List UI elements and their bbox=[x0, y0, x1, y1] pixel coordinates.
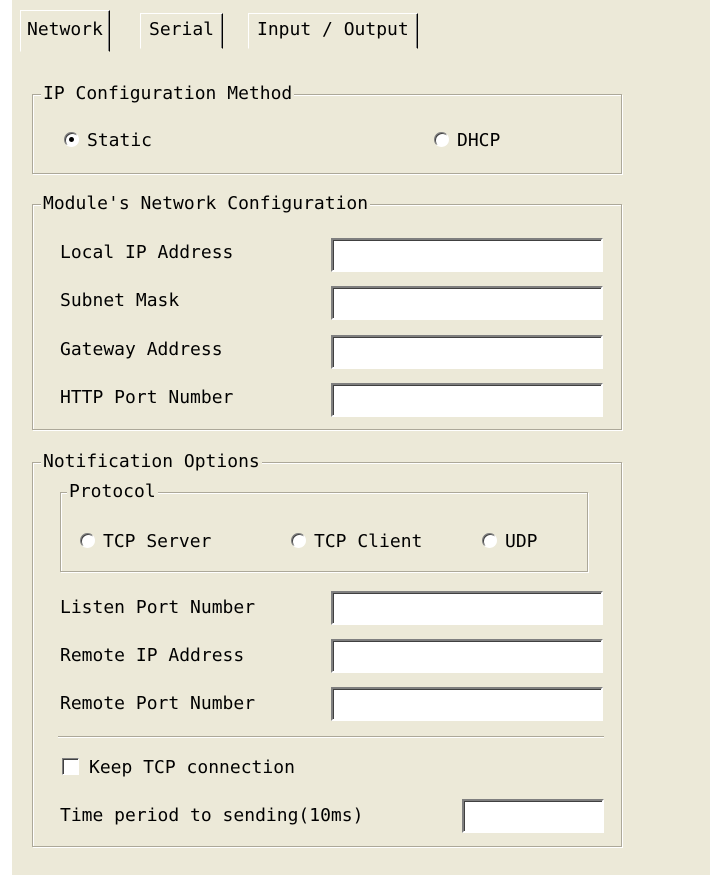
local-ip-label: Local IP Address bbox=[60, 242, 234, 263]
time-period-input[interactable] bbox=[462, 799, 604, 833]
tcp-client-radio[interactable]: TCP Client bbox=[291, 531, 422, 553]
dhcp-radio[interactable]: DHCP bbox=[434, 130, 500, 152]
remote-port-label: Remote Port Number bbox=[60, 693, 256, 714]
subnet-mask-input[interactable] bbox=[331, 286, 603, 320]
radio-unselected-icon bbox=[80, 533, 95, 548]
module-config-title: Module's Network Configuration bbox=[41, 193, 371, 215]
local-ip-input[interactable] bbox=[331, 238, 603, 272]
static-radio-label: Static bbox=[87, 130, 153, 151]
listen-port-input[interactable] bbox=[331, 591, 603, 625]
tab-serial[interactable]: Serial bbox=[140, 13, 224, 49]
tcp-server-label: TCP Server bbox=[103, 531, 212, 552]
time-period-label: Time period to sending(10ms) bbox=[60, 805, 364, 826]
keep-tcp-label: Keep TCP connection bbox=[89, 757, 295, 778]
http-port-input[interactable] bbox=[331, 383, 603, 417]
radio-unselected-icon bbox=[434, 132, 449, 147]
tcp-client-label: TCP Client bbox=[314, 531, 423, 552]
checkbox-unchecked-icon bbox=[62, 758, 79, 775]
dhcp-radio-label: DHCP bbox=[457, 130, 501, 151]
gateway-input[interactable] bbox=[331, 335, 603, 369]
udp-label: UDP bbox=[505, 531, 538, 552]
remote-ip-label: Remote IP Address bbox=[60, 645, 245, 666]
tab-network[interactable]: Network bbox=[20, 10, 110, 52]
radio-unselected-icon bbox=[482, 533, 497, 548]
protocol-title: Protocol bbox=[67, 481, 158, 503]
subnet-mask-label: Subnet Mask bbox=[60, 290, 180, 311]
remote-ip-input[interactable] bbox=[331, 639, 603, 673]
tab-input-output[interactable]: Input / Output bbox=[248, 13, 418, 49]
tcp-server-radio[interactable]: TCP Server bbox=[80, 531, 211, 553]
ip-config-title: IP Configuration Method bbox=[41, 83, 295, 105]
listen-port-label: Listen Port Number bbox=[60, 597, 256, 618]
remote-port-input[interactable] bbox=[331, 687, 603, 721]
radio-selected-icon bbox=[64, 132, 79, 147]
udp-radio[interactable]: UDP bbox=[482, 531, 538, 553]
gateway-label: Gateway Address bbox=[60, 339, 223, 360]
radio-unselected-icon bbox=[291, 533, 306, 548]
keep-tcp-checkbox[interactable]: Keep TCP connection bbox=[62, 757, 295, 779]
divider bbox=[58, 736, 604, 737]
notification-title: Notification Options bbox=[41, 451, 262, 473]
static-radio[interactable]: Static bbox=[64, 130, 152, 152]
http-port-label: HTTP Port Number bbox=[60, 387, 234, 408]
